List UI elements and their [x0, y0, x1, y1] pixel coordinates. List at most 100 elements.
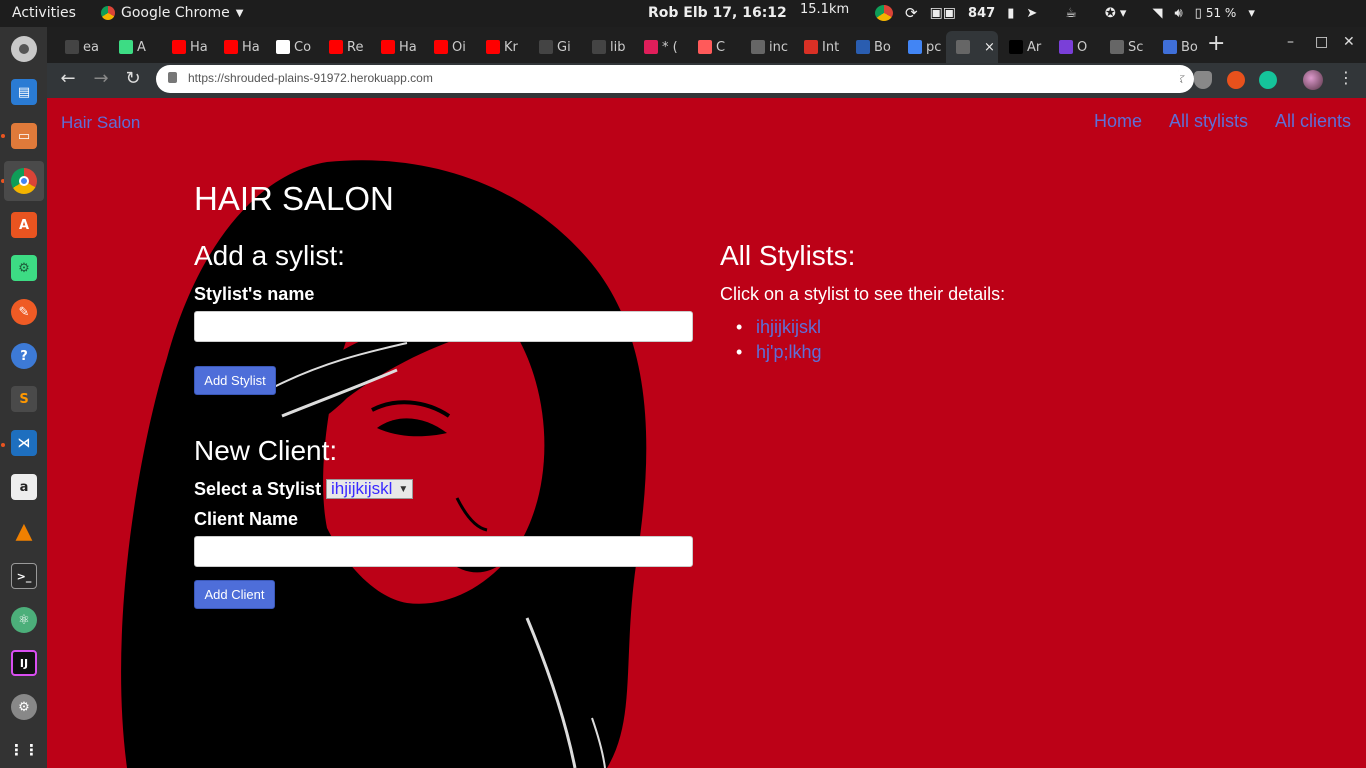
browser-tab[interactable]: ea — [55, 31, 107, 63]
browser-tab[interactable]: Int — [794, 31, 846, 63]
browser-tab[interactable]: Kr — [476, 31, 528, 63]
browser-tab[interactable]: Oi — [424, 31, 476, 63]
client-name-input[interactable] — [194, 536, 693, 567]
dock-software-icon[interactable]: A — [4, 205, 44, 245]
network-speed: 15.1km — [800, 2, 850, 17]
dock-atom-icon[interactable]: ⚛ — [4, 600, 44, 640]
dock-intellij-icon[interactable]: IJ — [4, 643, 44, 683]
volume-icon[interactable]: 🔊︎ — [1174, 6, 1182, 21]
accessibility-icon[interactable]: ✪ ▾ — [1105, 6, 1127, 21]
tab-label: * ( — [662, 39, 678, 55]
browser-tab[interactable]: Ha — [214, 31, 266, 63]
dock-disk-icon[interactable] — [4, 29, 44, 69]
shield-extension-icon[interactable] — [1194, 71, 1212, 89]
stylists-list: ihjijkijskl hj'p;lkhg — [736, 317, 821, 367]
activities-button[interactable]: Activities — [12, 5, 76, 21]
url-text: https://shrouded-plains-91972.herokuapp.… — [188, 71, 433, 85]
tab-label: C — [716, 39, 726, 55]
dock-sublime-icon[interactable]: S — [4, 379, 44, 419]
dock-android-studio-icon[interactable]: ⚙ — [4, 248, 44, 288]
browser-tab[interactable]: C — [688, 31, 740, 63]
new-tab-button[interactable]: + — [1207, 31, 1225, 56]
grammarly-extension-icon[interactable] — [1259, 71, 1277, 89]
browser-tab[interactable]: Sc — [1100, 31, 1152, 63]
stylist-link[interactable]: hj'p;lkhg — [736, 342, 821, 367]
doc-icon — [1110, 40, 1124, 54]
tab-label: Bo — [1181, 39, 1198, 55]
avatar[interactable] — [1303, 70, 1323, 90]
tab-label: Kr — [504, 39, 518, 55]
nav-home-link[interactable]: Home — [1094, 111, 1142, 132]
dock-amazon-icon[interactable]: a — [4, 467, 44, 507]
tab-label: ea — [83, 39, 99, 55]
stylist-link[interactable]: ihjijkijskl — [736, 317, 821, 342]
clock[interactable]: Rob Elb 17, 16:12 — [648, 5, 787, 21]
dock-files-icon[interactable]: ▭ — [4, 116, 44, 156]
nav-all-clients-link[interactable]: All clients — [1275, 111, 1351, 132]
slack-icon — [644, 40, 658, 54]
browser-tab[interactable]: pc — [898, 31, 950, 63]
navbar-brand[interactable]: Hair Salon — [61, 113, 140, 133]
dock-vscode-icon[interactable]: ⋊ — [4, 423, 44, 463]
stylist-name-input[interactable] — [194, 311, 693, 342]
browser-tab[interactable]: A — [109, 31, 161, 63]
browser-tab[interactable]: Gi — [529, 31, 581, 63]
browser-tab[interactable]: Re — [319, 31, 371, 63]
add-client-button[interactable]: Add Client — [194, 580, 275, 609]
chrome-tray-icon[interactable] — [875, 5, 893, 21]
coffee-icon[interactable]: ☕ — [1065, 6, 1077, 21]
close-tab-icon[interactable]: × — [984, 40, 995, 55]
dock-chrome-icon[interactable] — [4, 161, 44, 201]
new-client-heading: New Client: — [194, 435, 338, 466]
close-window-icon[interactable]: ✕ — [1343, 34, 1355, 50]
tab-label: Ar — [1027, 39, 1042, 55]
forward-icon[interactable]: → — [89, 68, 113, 89]
browser-tab[interactable]: lib — [582, 31, 634, 63]
doc-icon — [751, 40, 765, 54]
battery-icon[interactable]: ▯ — [1195, 6, 1202, 21]
youtube-icon — [329, 40, 343, 54]
tab-label: O — [1077, 39, 1088, 55]
tab-label: pc — [926, 39, 942, 55]
nav-all-stylists-link[interactable]: All stylists — [1169, 111, 1248, 132]
maximize-icon[interactable]: □ — [1315, 34, 1328, 50]
browser-tab[interactable]: Bo — [1153, 31, 1205, 63]
browser-tab[interactable]: O — [1049, 31, 1101, 63]
dock-vlc-icon[interactable]: ▲ — [4, 511, 44, 551]
sync-icon[interactable]: ⟳ — [905, 4, 918, 22]
stylist-select[interactable]: ihjijkijskl ▼ — [326, 479, 414, 499]
app-menu-label: Google Chrome — [121, 5, 230, 21]
system-tray[interactable]: ⟳ ▣▣ 847 ▮ ➤ ☕ ✪ ▾ ◥ 🔊︎ ▯ 51 % ▾ — [875, 4, 1255, 22]
back-icon[interactable]: ← — [56, 68, 80, 89]
font-extension-icon[interactable] — [1162, 71, 1180, 89]
app-menu[interactable]: Google Chrome ▼ — [101, 5, 243, 21]
dock-writer-icon[interactable]: ▤ — [4, 72, 44, 112]
pin-icon[interactable]: ➤ — [1026, 6, 1037, 21]
menu-kebab-icon[interactable]: ⋮ — [1334, 68, 1358, 87]
page-viewport: Hair Salon Home All stylists All clients… — [47, 98, 1366, 768]
browser-tab[interactable]: * ( — [634, 31, 686, 63]
youtube-icon — [381, 40, 395, 54]
minimize-icon[interactable]: – — [1287, 34, 1294, 50]
browser-tab[interactable]: Co — [266, 31, 318, 63]
power-menu-icon[interactable]: ▾ — [1248, 6, 1255, 21]
dock-settings-icon[interactable]: ⚙ — [4, 687, 44, 727]
reload-icon[interactable]: ↻ — [121, 68, 145, 89]
youtube-icon — [224, 40, 238, 54]
lock-icon[interactable] — [168, 72, 177, 83]
dock-help-icon[interactable]: ? — [4, 336, 44, 376]
dock-terminal-icon[interactable]: >_ — [4, 556, 44, 596]
browser-tab[interactable]: Ha — [371, 31, 423, 63]
dock-show-apps-icon[interactable]: ⋮⋮ — [4, 730, 44, 768]
browser-tab[interactable]: Bo — [846, 31, 898, 63]
add-stylist-button[interactable]: Add Stylist — [194, 366, 276, 395]
brave-extension-icon[interactable] — [1227, 71, 1245, 89]
workspace-icon[interactable]: ▣▣ — [930, 5, 956, 21]
browser-tab[interactable]: × — [946, 31, 998, 63]
browser-tab[interactable]: Ha — [162, 31, 214, 63]
address-bar[interactable]: https://shrouded-plains-91972.herokuapp.… — [156, 65, 1194, 93]
dock-postman-icon[interactable]: ✎ — [4, 292, 44, 332]
browser-tab[interactable]: inc — [741, 31, 793, 63]
browser-tab[interactable]: Ar — [999, 31, 1051, 63]
wifi-icon[interactable]: ◥ — [1152, 6, 1162, 21]
